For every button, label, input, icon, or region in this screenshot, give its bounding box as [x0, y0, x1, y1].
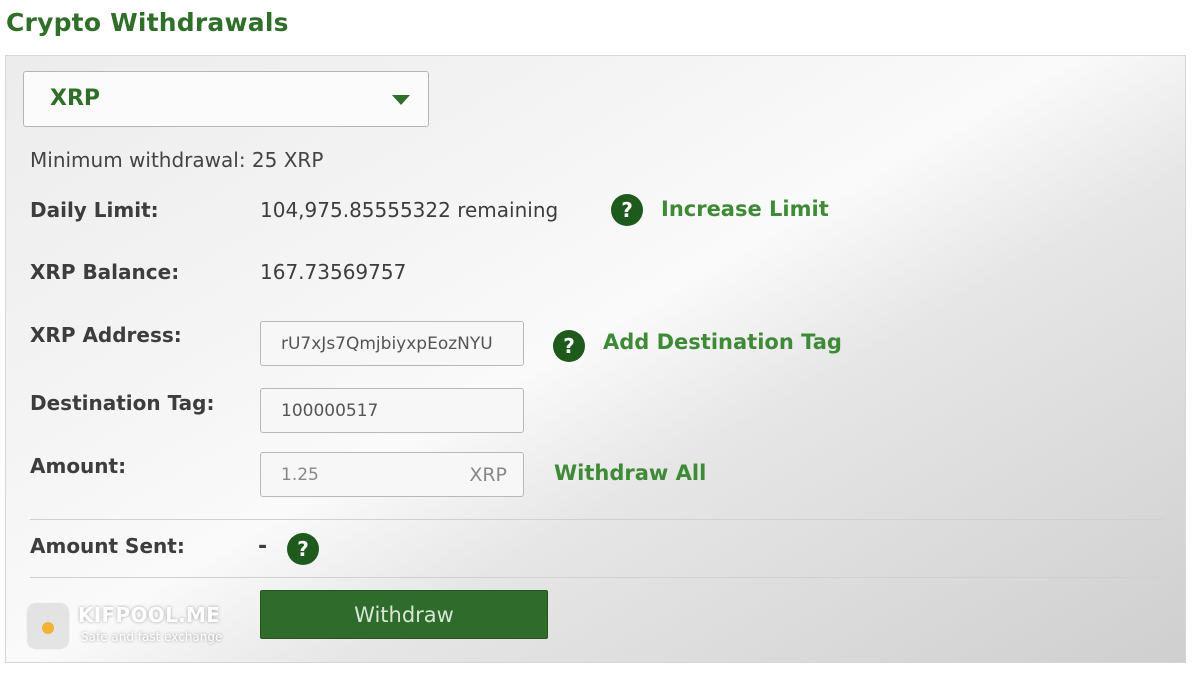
- amount-unit: XRP: [469, 463, 507, 486]
- brand-tagline: Safe and fast exchange: [81, 630, 223, 644]
- page-title: Crypto Withdrawals: [6, 8, 289, 37]
- currency-select[interactable]: XRP: [23, 71, 429, 127]
- help-icon[interactable]: ?: [611, 194, 643, 226]
- balance-label: XRP Balance:: [30, 260, 180, 284]
- logo-dot: [42, 622, 54, 634]
- brand-logo-icon: [26, 602, 70, 650]
- withdraw-all-link[interactable]: Withdraw All: [554, 461, 706, 485]
- destination-tag-input[interactable]: [260, 388, 524, 433]
- divider: [30, 577, 1162, 578]
- destination-tag-label: Destination Tag:: [30, 391, 215, 415]
- increase-limit-link[interactable]: Increase Limit: [661, 197, 829, 221]
- help-icon[interactable]: ?: [287, 533, 319, 565]
- chevron-down-icon: [392, 95, 410, 105]
- help-icon[interactable]: ?: [553, 330, 585, 362]
- divider: [30, 519, 1162, 520]
- withdrawal-panel: [5, 55, 1186, 663]
- amount-label: Amount:: [30, 454, 127, 478]
- amount-value: 1.25: [281, 464, 319, 485]
- minimum-withdrawal-text: Minimum withdrawal: 25 XRP: [30, 148, 324, 172]
- withdraw-button[interactable]: Withdraw: [260, 590, 548, 639]
- currency-select-value: XRP: [50, 86, 101, 111]
- amount-sent-value: -: [258, 534, 268, 559]
- brand-name: KIFPOOL.ME: [78, 603, 221, 627]
- daily-limit-value: 104,975.85555322 remaining: [260, 198, 559, 222]
- address-input[interactable]: [260, 321, 524, 366]
- amount-sent-label: Amount Sent:: [30, 534, 185, 558]
- amount-input[interactable]: 1.25 XRP: [260, 452, 524, 497]
- daily-limit-label: Daily Limit:: [30, 198, 159, 222]
- address-label: XRP Address:: [30, 323, 182, 347]
- add-destination-tag-link[interactable]: Add Destination Tag: [603, 330, 842, 354]
- balance-value: 167.73569757: [260, 260, 407, 284]
